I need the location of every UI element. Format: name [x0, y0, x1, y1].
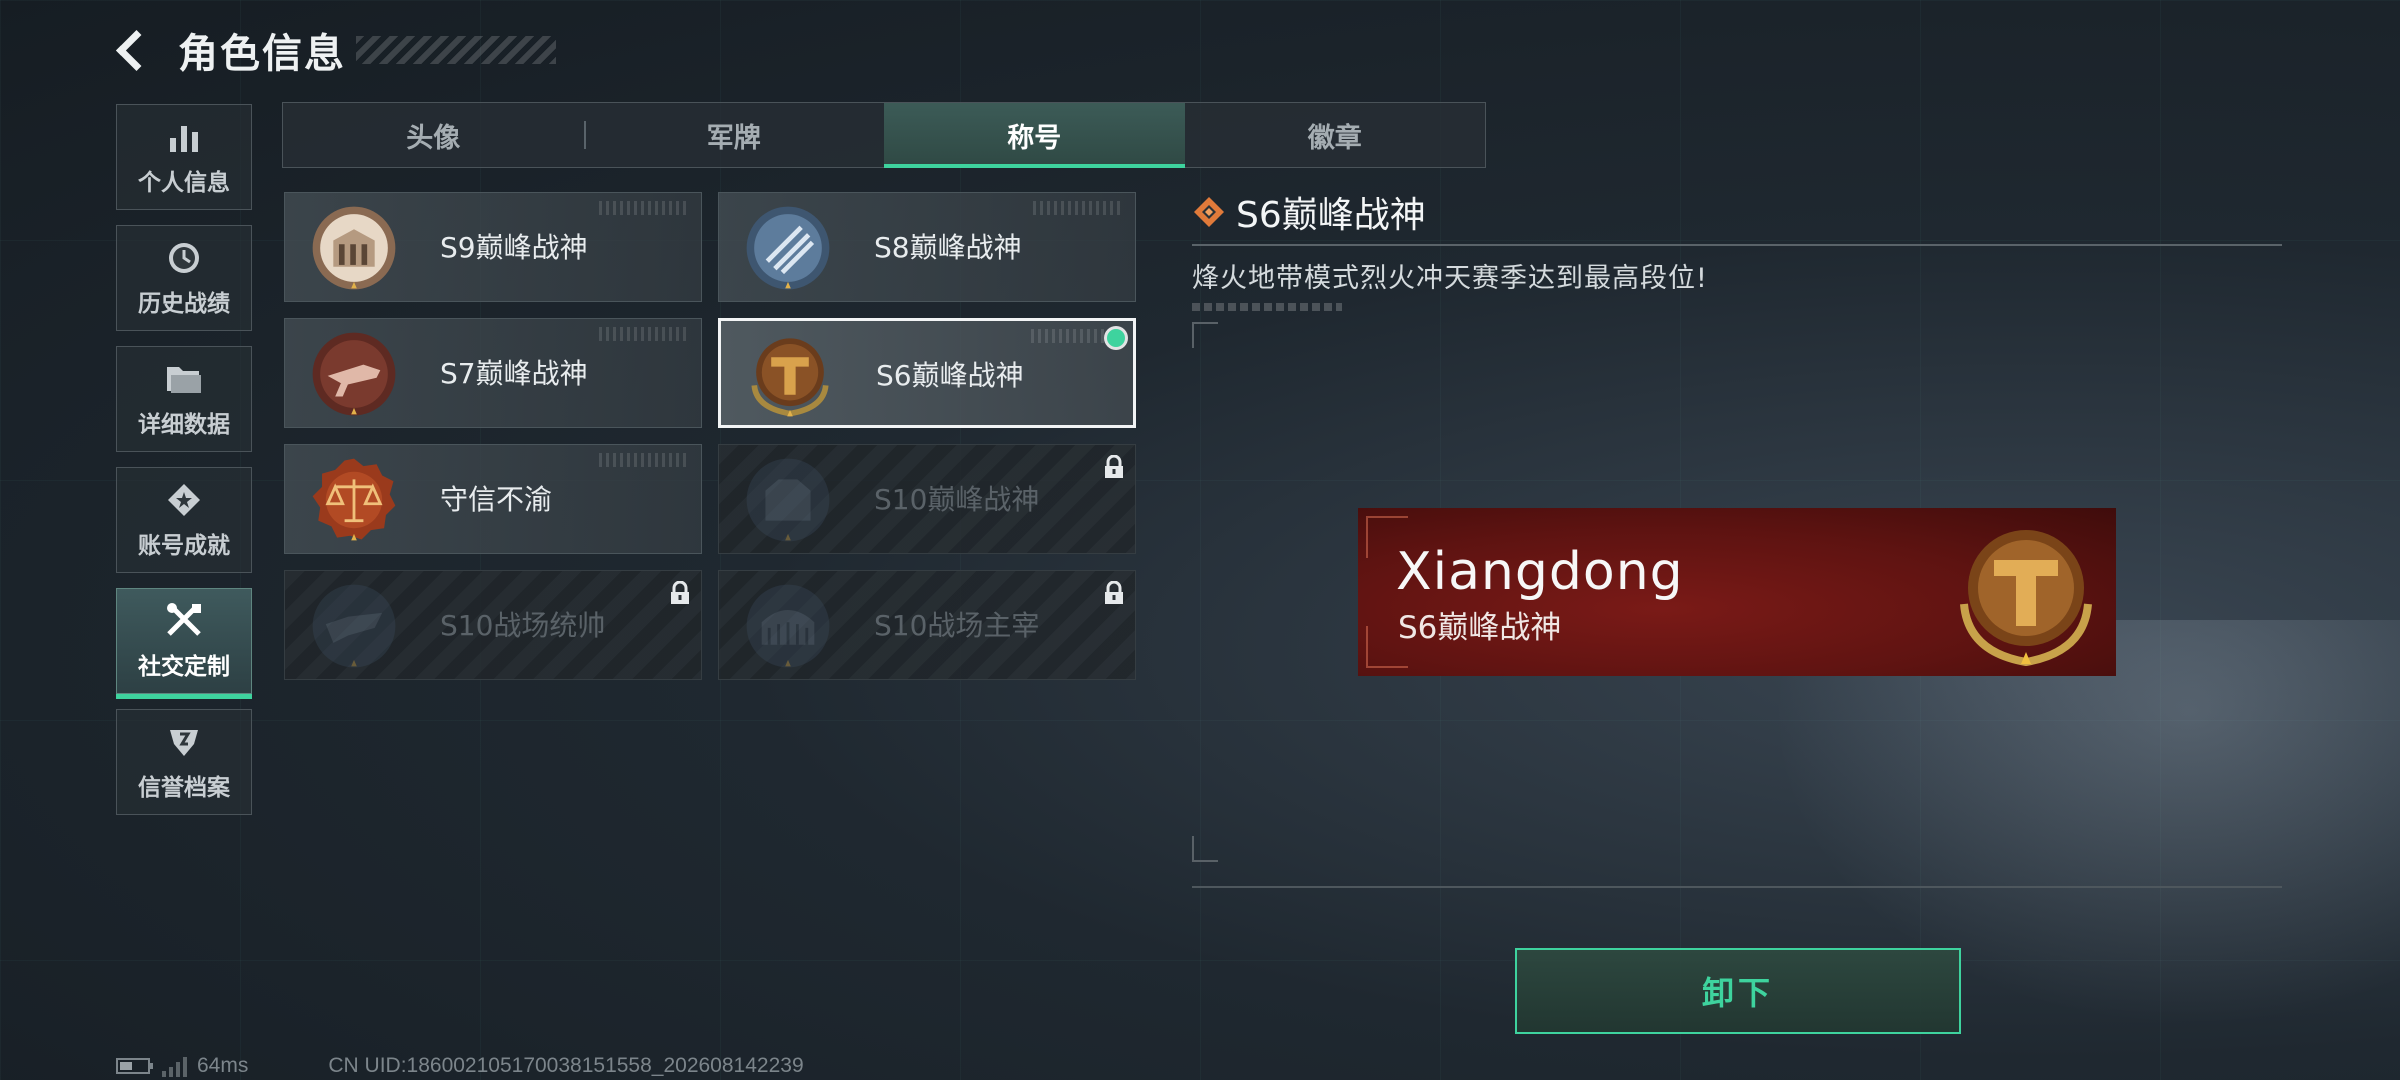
battery-icon — [116, 1058, 153, 1074]
card-decoration — [599, 327, 689, 341]
detail-header: S6巅峰战神 — [1192, 190, 2282, 236]
s7-medal-icon — [312, 332, 396, 416]
title-diamond-icon — [1194, 197, 1224, 227]
unequip-button-label: 卸下 — [1701, 974, 1774, 1012]
sidebar-item-details[interactable]: 详细数据 — [116, 346, 252, 452]
title-name: S10战场主宰 — [874, 609, 1040, 642]
preview-frame-corner — [1192, 322, 1218, 348]
title-name: S10巅峰战神 — [874, 483, 1040, 516]
banner-title: S6巅峰战神 — [1398, 610, 1562, 646]
title-banner-preview: Xiangdong S6巅峰战神 — [1358, 508, 2116, 676]
tab-bar: 头像 军牌 称号 徽章 — [282, 102, 1486, 168]
lock-icon — [671, 581, 689, 604]
tools-icon — [164, 601, 204, 641]
title-card-s8[interactable]: S8巅峰战神 — [718, 192, 1136, 302]
tab-dogtag[interactable]: 军牌 — [583, 103, 885, 167]
title-card-trust[interactable]: 守信不渝 — [284, 444, 702, 554]
title-detail-panel: S6巅峰战神 烽火地带模式烈火冲天赛季达到最高段位! — [1192, 190, 2282, 311]
tab-title[interactable]: 称号 — [884, 103, 1185, 168]
s10-dominator-medal-icon — [746, 584, 830, 668]
title-name: S9巅峰战神 — [440, 231, 588, 264]
title-name: S7巅峰战神 — [440, 357, 588, 390]
back-arrow-icon[interactable] — [112, 20, 162, 80]
lock-icon — [1105, 581, 1123, 604]
banner-player-name: Xiangdong — [1396, 542, 1684, 602]
sidebar-item-label: 个人信息 — [138, 170, 230, 196]
title-name: S8巅峰战神 — [874, 231, 1022, 264]
ping-value: 64ms — [197, 1054, 249, 1077]
equipped-indicator — [1107, 329, 1125, 347]
title-name: S10战场统帅 — [440, 609, 606, 642]
title-card-s10-dominator[interactable]: S10战场主宰 — [718, 570, 1136, 680]
title-card-s6[interactable]: S6巅峰战神 — [718, 318, 1136, 428]
sidebar-item-label: 详细数据 — [138, 412, 230, 438]
s10-medal-icon — [746, 458, 830, 542]
sidebar-item-achievements[interactable]: 账号成就 — [116, 467, 252, 573]
sidebar-item-history[interactable]: 历史战绩 — [116, 225, 252, 331]
sidebar-item-social[interactable]: 社交定制 — [116, 588, 252, 699]
detail-subline-decoration — [1192, 303, 1342, 311]
unequip-button[interactable]: 卸下 — [1515, 948, 1961, 1034]
preview-frame-corner — [1192, 836, 1218, 862]
page-title: 角色信息 — [178, 31, 346, 77]
card-decoration — [599, 453, 689, 467]
bar-chart-icon — [164, 117, 204, 157]
tab-badge[interactable]: 徽章 — [1185, 103, 1486, 167]
sidebar-item-label: 社交定制 — [138, 654, 230, 680]
card-decoration — [1033, 201, 1123, 215]
lock-icon — [1105, 455, 1123, 478]
scales-medal-icon — [312, 458, 396, 541]
title-card-s7[interactable]: S7巅峰战神 — [284, 318, 702, 428]
detail-description: 烽火地带模式烈火冲天赛季达到最高段位! — [1192, 263, 1708, 294]
preview-bottom-divider — [1192, 886, 2282, 888]
user-uid: CN UID:1860021051700381515​58_2026081422… — [328, 1054, 804, 1077]
s8-medal-icon — [746, 206, 830, 290]
title-name: S6巅峰战神 — [876, 359, 1024, 392]
shield-icon — [164, 722, 204, 762]
title-card-s10-commander[interactable]: S10战场统帅 — [284, 570, 702, 680]
tab-avatar[interactable]: 头像 — [283, 103, 584, 167]
title-decoration — [356, 36, 556, 64]
detail-divider — [1192, 244, 2282, 246]
s9-medal-icon — [312, 206, 396, 290]
sidebar-item-label: 账号成就 — [138, 533, 230, 559]
title-name: 守信不渝 — [440, 483, 553, 516]
card-decoration — [599, 201, 689, 215]
title-card-s9[interactable]: S9巅峰战神 — [284, 192, 702, 302]
folder-icon — [164, 359, 204, 399]
header: 角色信息 — [112, 20, 556, 80]
s10-commander-medal-icon — [312, 584, 396, 668]
achievement-icon — [164, 480, 204, 520]
detail-title: S6巅峰战神 — [1236, 195, 1426, 236]
status-bar: 64ms CN UID:1860021051700381515​58_20260… — [116, 1054, 804, 1078]
s6-medal-icon — [751, 338, 829, 417]
s6-medal-icon — [1960, 530, 2092, 667]
title-card-s10-peak[interactable]: S10巅峰战神 — [718, 444, 1136, 554]
sidebar: 个人信息 历史战绩 详细数据 账号成就 社交定制 信誉档案 — [116, 104, 254, 830]
sidebar-item-reputation[interactable]: 信誉档案 — [116, 709, 252, 815]
sidebar-item-profile[interactable]: 个人信息 — [116, 104, 252, 210]
sidebar-item-label: 信誉档案 — [138, 775, 230, 801]
sidebar-item-label: 历史战绩 — [138, 291, 230, 317]
signal-icon — [162, 1055, 187, 1077]
clock-icon — [164, 238, 204, 278]
